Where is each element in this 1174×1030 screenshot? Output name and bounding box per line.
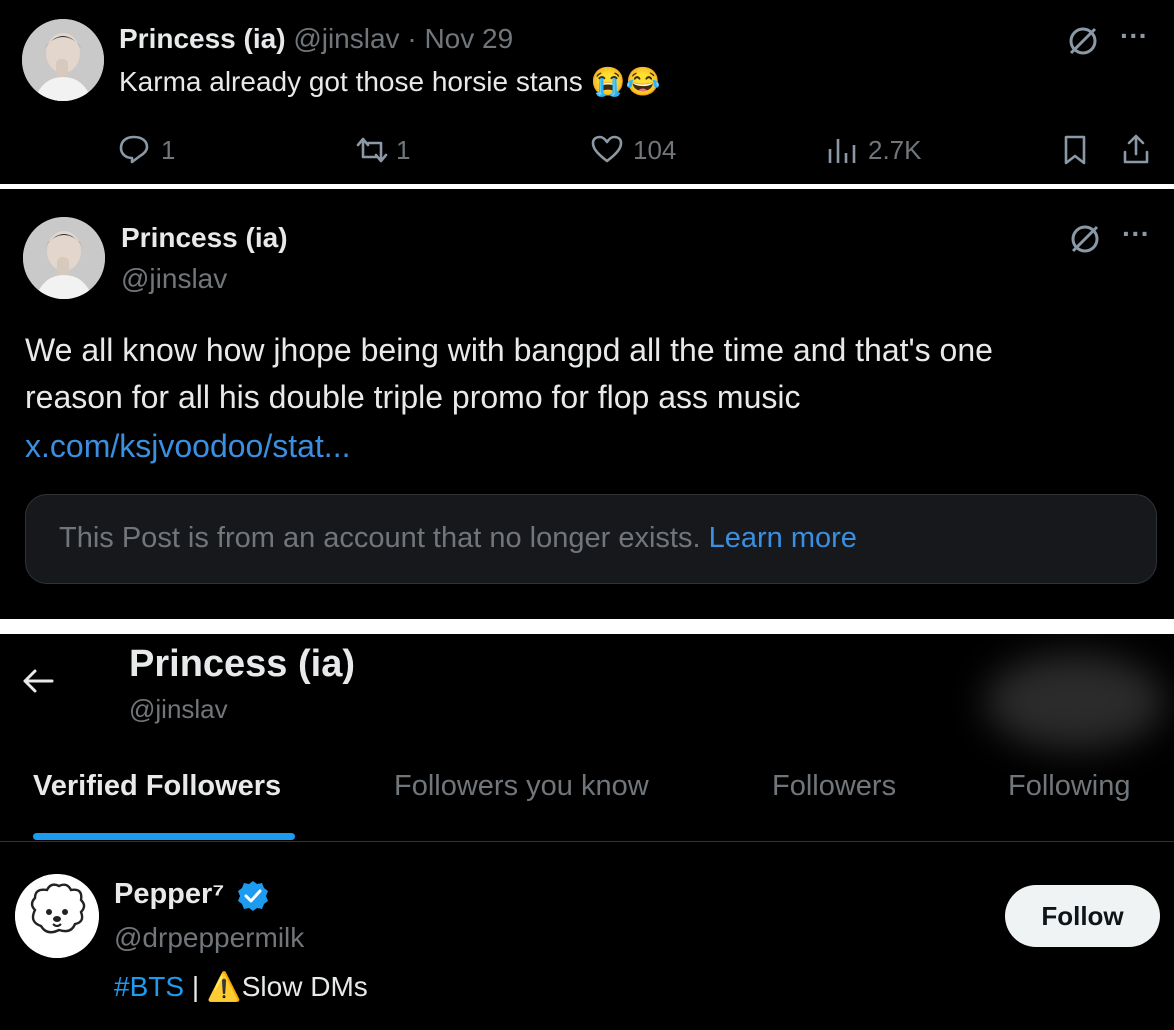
tab-followers-you-know[interactable]: Followers you know — [394, 770, 649, 803]
blurred-region — [985, 654, 1165, 749]
date-separator: · — [407, 23, 417, 54]
post-date[interactable]: Nov 29 — [424, 23, 513, 54]
avatar[interactable] — [23, 217, 105, 299]
repost-count: 1 — [396, 135, 411, 165]
warning-icon: ⚠️ — [206, 971, 242, 1002]
more-icon[interactable]: ··· — [1122, 218, 1150, 250]
tweet-1: Princess (ia) @jinslav · Nov 29 Karma al… — [0, 0, 1174, 184]
share-icon[interactable] — [1121, 132, 1151, 166]
repost-icon[interactable] — [352, 135, 392, 165]
tweet-text: Karma already got those horsie stans — [119, 66, 583, 97]
tweet-text-line-1: We all know how jhope being with bangpd … — [25, 332, 993, 368]
tabs-divider — [0, 841, 1174, 842]
follower-avatar[interactable] — [15, 874, 99, 958]
grok-slash-icon[interactable] — [1066, 24, 1100, 58]
deleted-post-notice: This Post is from an account that no lon… — [25, 494, 1157, 584]
tab-followers[interactable]: Followers — [772, 770, 896, 803]
reply-count: 1 — [161, 135, 176, 165]
avatar[interactable] — [22, 19, 104, 101]
follow-button[interactable]: Follow — [1005, 885, 1160, 947]
grok-slash-icon[interactable] — [1068, 222, 1102, 256]
verified-badge-icon[interactable] — [236, 879, 270, 913]
bio-text: Slow DMs — [241, 971, 368, 1002]
active-tab-indicator — [33, 833, 295, 840]
tweet-text-line-2: reason for all his double triple promo f… — [25, 379, 801, 415]
more-icon[interactable]: ··· — [1120, 20, 1148, 52]
follower-display-name[interactable]: Pepper⁷ — [114, 878, 224, 910]
back-arrow-icon[interactable] — [20, 666, 56, 696]
display-name[interactable]: Princess (ia) — [119, 23, 286, 54]
handle[interactable]: @jinslav — [293, 23, 399, 54]
display-name[interactable]: Princess (ia) — [121, 222, 288, 254]
profile-followers-view: Princess (ia) @jinslav Verified Follower… — [0, 634, 1174, 1030]
tab-following[interactable]: Following — [1008, 770, 1131, 803]
emoji: 😭😂 — [590, 66, 661, 97]
learn-more-link[interactable]: Learn more — [709, 522, 857, 554]
bio-separator: | — [191, 971, 200, 1002]
profile-title: Princess (ia) — [129, 643, 355, 685]
follower-handle[interactable]: @drpeppermilk — [114, 922, 304, 954]
deleted-notice-text: This Post is from an account that no lon… — [59, 522, 701, 554]
like-count: 104 — [633, 135, 677, 165]
bio-hashtag[interactable]: #BTS — [114, 971, 184, 1002]
quoted-link[interactable]: x.com/ksjvoodoo/stat... — [25, 428, 350, 465]
view-count: 2.7K — [868, 135, 922, 165]
profile-handle: @jinslav — [129, 694, 228, 724]
reply-icon[interactable] — [118, 134, 150, 164]
tab-verified-followers[interactable]: Verified Followers — [33, 770, 281, 803]
bookmark-icon[interactable] — [1062, 134, 1088, 166]
views-icon[interactable] — [826, 135, 858, 165]
handle[interactable]: @jinslav — [121, 263, 227, 295]
like-icon[interactable] — [590, 134, 624, 164]
tweet-2: Princess (ia) @jinslav ··· We all know h… — [0, 189, 1174, 619]
